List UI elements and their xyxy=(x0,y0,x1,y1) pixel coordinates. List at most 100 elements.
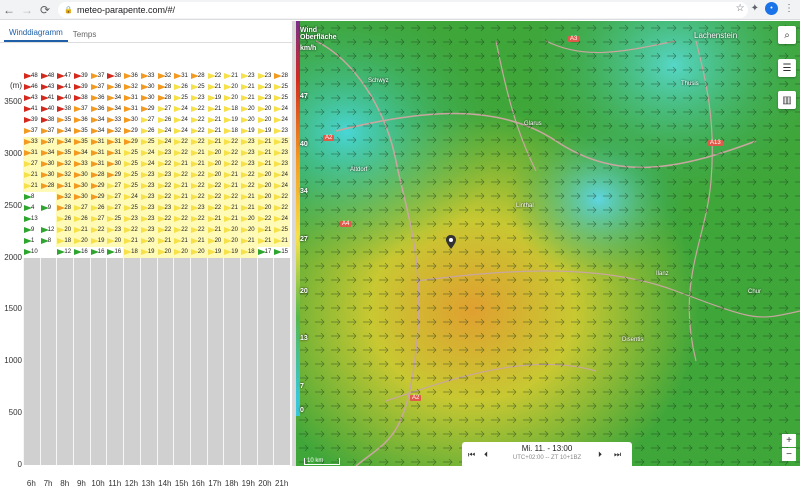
wind-speed-label: 24 xyxy=(131,194,138,201)
star-icon[interactable]: ☆ xyxy=(736,3,745,14)
step-back-icon[interactable]: ⏴ xyxy=(484,450,488,460)
wind-speed-label: 30 xyxy=(114,161,122,168)
wind-speed-label: 21 xyxy=(281,238,288,245)
wind-speed-label: 34 xyxy=(64,139,72,146)
zoom-out-button[interactable]: − xyxy=(782,448,796,461)
wind-speed-label: 29 xyxy=(131,128,138,135)
wind-speed-label: 27 xyxy=(114,194,122,201)
wind-speed-label: 22 xyxy=(197,139,205,146)
wind-speed-label: 22 xyxy=(281,205,288,212)
x-tick-label: 18h xyxy=(224,479,239,488)
legend-tick: 34 xyxy=(300,188,308,195)
wind-speed-label: 23 xyxy=(197,205,205,212)
forward-icon[interactable]: → xyxy=(18,1,36,19)
wind-speed-label: 30 xyxy=(47,172,55,179)
y-tick-label: 2500 xyxy=(4,200,22,210)
wind-speed-label: 28 xyxy=(64,205,72,212)
wind-speed-label: 21 xyxy=(264,238,272,245)
road-label: A4 xyxy=(340,221,352,227)
wind-speed-label: 22 xyxy=(197,117,205,124)
wind-speed-label: 9 xyxy=(31,227,35,234)
wind-speed-label: 30 xyxy=(147,95,155,102)
wind-speed-label: 29 xyxy=(97,194,105,201)
wind-speed-label: 22 xyxy=(281,194,288,201)
wind-speed-label: 43 xyxy=(31,95,38,102)
wind-speed-label: 20 xyxy=(64,227,72,234)
wind-speed-label: 31 xyxy=(97,139,105,146)
wind-speed-label: 20 xyxy=(214,161,222,168)
sliders-icon[interactable]: ☰ xyxy=(778,59,796,77)
location-pin-icon[interactable] xyxy=(446,235,456,249)
wind-speed-label: 20 xyxy=(264,183,272,190)
wind-speed-label: 21 xyxy=(231,183,238,190)
y-tick-label: 2000 xyxy=(4,252,22,262)
wind-speed-label: 22 xyxy=(164,216,172,223)
wind-speed-label: 12 xyxy=(47,227,55,234)
wind-speed-label: 31 xyxy=(97,161,105,168)
wind-speed-label: 25 xyxy=(147,139,155,146)
step-forward-icon[interactable]: ⏵ xyxy=(598,450,602,460)
wind-speed-label: 13 xyxy=(31,216,38,223)
wind-speed-label: 21 xyxy=(181,161,188,168)
skip-first-icon[interactable]: ⏮ xyxy=(468,450,475,460)
wind-speed-label: 23 xyxy=(147,172,155,179)
wind-speed-label: 33 xyxy=(81,161,88,168)
wind-speed-label: 36 xyxy=(97,106,105,113)
time-control: Mi. 11. - 13:00 UTC+02:00 -- ZT 10+1BZ ⏮… xyxy=(462,442,632,466)
wind-speed-label: 21 xyxy=(31,183,38,190)
wind-speed-label: 21 xyxy=(181,194,188,201)
wind-diagram-panel: Winddiagramm Temps (m) 3500 3000 2500 2000 1… xyxy=(0,21,292,488)
skip-last-icon[interactable]: ⏭ xyxy=(614,450,621,460)
menu-icon[interactable]: ⋮ xyxy=(784,3,794,14)
wind-speed-label: 27 xyxy=(114,205,122,212)
wind-speed-label: 22 xyxy=(247,183,255,190)
wind-speed-label: 8 xyxy=(47,238,52,245)
wind-speed-label: 27 xyxy=(31,161,38,168)
wind-speed-label: 23 xyxy=(114,227,122,234)
wind-speed-label: 32 xyxy=(164,73,172,80)
wind-speed-label: 23 xyxy=(264,73,272,80)
search-icon[interactable]: ⌕ xyxy=(778,26,796,44)
x-tick-label: 14h xyxy=(158,479,172,488)
wind-map[interactable]: Wind Oberfläche km/h 47 40 34 27 20 13 7… xyxy=(296,21,800,466)
address-bar[interactable]: 🔒 meteo-parapente.com/#/ xyxy=(58,2,748,18)
wind-speed-label: 31 xyxy=(131,106,138,113)
tab-temps[interactable]: Temps xyxy=(68,27,102,42)
wind-speed-label: 33 xyxy=(114,117,122,124)
back-icon[interactable]: ← xyxy=(0,1,18,19)
avatar[interactable]: • xyxy=(765,2,778,15)
wind-speed-label: 21 xyxy=(181,238,188,245)
wind-speed-label: 20 xyxy=(181,249,188,256)
wind-speed-label: 33 xyxy=(31,139,38,146)
tab-winddiagramm[interactable]: Winddiagramm xyxy=(4,25,68,42)
extensions-icon[interactable]: ✦ xyxy=(751,3,759,14)
wind-chart: (m) 3500 3000 2500 2000 1500 1000 500 0 48 48 47 39… xyxy=(0,47,292,488)
zoom-in-button[interactable]: + xyxy=(782,434,796,447)
wind-speed-label: 25 xyxy=(131,205,138,212)
wind-speed-label: 21 xyxy=(214,84,222,91)
y-tick-label: 3000 xyxy=(4,148,22,158)
wind-speed-label: 21 xyxy=(214,139,222,146)
wind-speed-label: 20 xyxy=(264,106,272,113)
wind-speed-label: 41 xyxy=(31,106,38,113)
wind-speed-label: 27 xyxy=(147,117,155,124)
browser-toolbar: ← → ⟳ 🔒 meteo-parapente.com/#/ ☆ ✦ • ⋮ xyxy=(0,0,800,20)
place-label: Ilanz xyxy=(656,271,669,277)
wind-speed-label: 32 xyxy=(131,84,138,91)
wind-speed-label: 23 xyxy=(281,128,288,135)
reload-icon[interactable]: ⟳ xyxy=(36,1,54,19)
road-label: A2 xyxy=(410,395,422,401)
wind-speed-label: 21 xyxy=(164,238,172,245)
wind-speed-label: 30 xyxy=(81,183,88,190)
wind-speed-label: 28 xyxy=(197,73,205,80)
wind-speed-label: 19 xyxy=(247,128,255,135)
wind-speed-label: 21 xyxy=(264,150,272,157)
wind-speed-label: 33 xyxy=(147,73,155,80)
wind-speed-label: 20 xyxy=(81,238,88,245)
y-axis-unit: (m) xyxy=(10,81,22,90)
wind-speed-label: 21 xyxy=(231,172,238,179)
wind-speed-label: 21 xyxy=(231,205,238,212)
chart-icon[interactable]: ▥ xyxy=(778,91,796,109)
wind-speed-label: 20 xyxy=(264,194,272,201)
wind-speed-label: 20 xyxy=(264,205,272,212)
